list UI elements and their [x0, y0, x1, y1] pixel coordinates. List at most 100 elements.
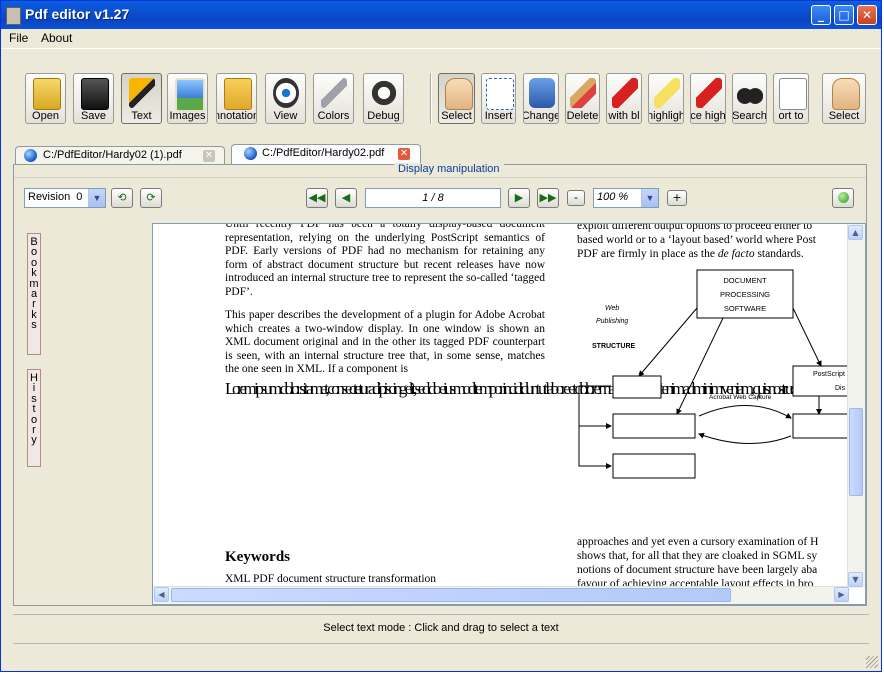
- minimize-icon: _: [818, 8, 824, 22]
- hand-icon: [445, 78, 473, 110]
- text-button[interactable]: Text: [121, 73, 162, 124]
- select-mode-button[interactable]: Select: [438, 73, 475, 124]
- right-line-3-italic: de facto: [717, 248, 755, 260]
- bug-icon: [371, 78, 397, 108]
- right-line-3[interactable]: PDF are firmly in place as the de facto …: [577, 248, 865, 262]
- first-page-button[interactable]: ◀◀: [306, 188, 328, 208]
- tab-close-icon[interactable]: ✕: [398, 148, 410, 160]
- export-icon: [779, 78, 807, 110]
- chevron-down-icon: ▼: [88, 189, 105, 207]
- prev-page-button[interactable]: ◀: [335, 188, 357, 208]
- open-button[interactable]: Open: [25, 73, 66, 124]
- annotation-button[interactable]: nnotation: [216, 73, 257, 124]
- box-label-3: SOFTWARE: [724, 304, 766, 313]
- floppy-disk-icon: [81, 78, 109, 110]
- tab-hardy02[interactable]: C:/PdfEditor/Hardy02.pdf ✕: [231, 144, 421, 164]
- pdf-viewer[interactable]: Until recently PDF has been a totally di…: [152, 223, 866, 605]
- refresh-button[interactable]: [832, 188, 854, 208]
- tab-close-icon[interactable]: ✕: [203, 150, 215, 162]
- next-page-icon: ▶: [514, 191, 524, 204]
- menu-about[interactable]: About: [41, 31, 72, 45]
- first-page-icon: ◀◀: [308, 191, 326, 204]
- replace-highlight-button[interactable]: ce high: [690, 73, 726, 124]
- keywords-text[interactable]: XML PDF document structure transformatio…: [225, 573, 436, 587]
- search-label: Search: [732, 110, 767, 122]
- close-button[interactable]: ✕: [857, 5, 877, 25]
- last-page-button[interactable]: ▶▶: [537, 188, 559, 208]
- select-label: Select: [828, 110, 860, 122]
- debug-button[interactable]: Debug: [363, 73, 404, 124]
- zoom-out-button[interactable]: -: [567, 190, 585, 206]
- menu-bar: File About: [1, 29, 881, 48]
- zoom-select[interactable]: 100 % ▼: [593, 188, 659, 208]
- paragraph-1[interactable]: Until recently PDF has been a totally di…: [225, 224, 545, 300]
- scroll-right-icon[interactable]: ▶: [834, 587, 849, 602]
- revision-back-icon: ⟲: [117, 191, 127, 204]
- paragraph-2[interactable]: This paper describes the development of …: [225, 309, 545, 377]
- select-button[interactable]: Select: [822, 73, 866, 124]
- page-number-field[interactable]: 1 / 8: [365, 188, 501, 208]
- highlight-button[interactable]: highligh: [648, 73, 684, 124]
- publishing-label: Publishing: [596, 318, 628, 325]
- change-button[interactable]: Change: [523, 73, 559, 124]
- document-tabs: C:/PdfEditor/Hardy02 (1).pdf ✕ C:/PdfEdi…: [1, 144, 881, 164]
- maximize-button[interactable]: □: [834, 5, 854, 25]
- title-bar[interactable]: Pdf editor v1.27 _ □ ✕: [1, 1, 881, 29]
- right-line-1[interactable]: exploit different output options to proc…: [577, 224, 865, 234]
- small-box: [612, 375, 662, 399]
- folder-icon: [33, 78, 61, 110]
- minimize-button[interactable]: _: [811, 5, 831, 25]
- bottom-box: [612, 453, 696, 479]
- horizontal-scroll-thumb[interactable]: [171, 588, 731, 602]
- search-button[interactable]: Search: [732, 73, 767, 124]
- revision-forward-icon: ⟳: [146, 191, 156, 204]
- vertical-scrollbar[interactable]: ▲ ▼: [847, 224, 865, 588]
- bookmarks-tab[interactable]: Bookmarks: [27, 233, 41, 355]
- images-button[interactable]: Images: [167, 73, 208, 124]
- app-window: Pdf editor v1.27 _ □ ✕ File About Open S…: [0, 0, 882, 672]
- right-bottom-line-2[interactable]: shows that, for all that they are cloake…: [577, 550, 865, 564]
- chevron-down-icon: ▼: [641, 189, 658, 207]
- resize-grip-icon[interactable]: [866, 656, 878, 668]
- globe-icon: [244, 147, 257, 160]
- save-button[interactable]: Save: [73, 73, 114, 124]
- replace-with-blank-button[interactable]: with bl: [606, 73, 642, 124]
- tab-hardy02-1[interactable]: C:/PdfEditor/Hardy02 (1).pdf ✕: [15, 146, 225, 164]
- tab-label: C:/PdfEditor/Hardy02.pdf: [262, 147, 385, 159]
- scroll-up-icon[interactable]: ▲: [848, 225, 863, 240]
- open-label: Open: [32, 110, 59, 122]
- horizontal-scrollbar[interactable]: ◀ ▶: [153, 586, 849, 604]
- tab-label: C:/PdfEditor/Hardy02 (1).pdf: [43, 149, 182, 161]
- close-icon: ✕: [861, 8, 873, 22]
- revision-next-button[interactable]: ⟳: [140, 188, 162, 208]
- box-label-2: PROCESSING: [720, 290, 770, 299]
- eye-icon: [273, 78, 299, 108]
- insert-button[interactable]: Insert: [481, 73, 516, 124]
- next-page-button[interactable]: ▶: [508, 188, 530, 208]
- scroll-down-icon[interactable]: ▼: [848, 572, 863, 587]
- export-button[interactable]: ort to: [773, 73, 809, 124]
- history-tab[interactable]: History: [27, 369, 41, 467]
- right-bottom-line-3[interactable]: notions of document structure have been …: [577, 564, 865, 578]
- view-button[interactable]: View: [265, 73, 306, 124]
- right-line-2[interactable]: based world or to a ‘layout based’ world…: [577, 234, 865, 248]
- menu-file[interactable]: File: [9, 31, 28, 45]
- right-bottom-line-1[interactable]: approaches and yet even a cursory examin…: [577, 536, 865, 550]
- colors-label: Colors: [317, 110, 350, 122]
- text-label: Text: [131, 110, 152, 122]
- zoom-in-button[interactable]: +: [667, 190, 687, 206]
- colors-button[interactable]: Colors: [313, 73, 354, 124]
- revision-value: Revision 0: [28, 191, 83, 203]
- hand-icon: [832, 78, 860, 110]
- revision-prev-button[interactable]: ⟲: [111, 188, 133, 208]
- delete-button[interactable]: Delete: [565, 73, 600, 124]
- structure-label: STRUCTURE: [592, 343, 635, 350]
- marker-pen-icon: [129, 78, 155, 108]
- window-title: Pdf editor v1.27: [25, 6, 130, 22]
- vertical-scroll-thumb[interactable]: [849, 408, 863, 496]
- view-label: View: [273, 110, 298, 122]
- scroll-left-icon[interactable]: ◀: [154, 587, 169, 602]
- maximize-icon: □: [838, 8, 850, 22]
- keywords-heading[interactable]: Keywords: [225, 548, 290, 566]
- revision-select[interactable]: Revision 0 ▼: [24, 188, 106, 208]
